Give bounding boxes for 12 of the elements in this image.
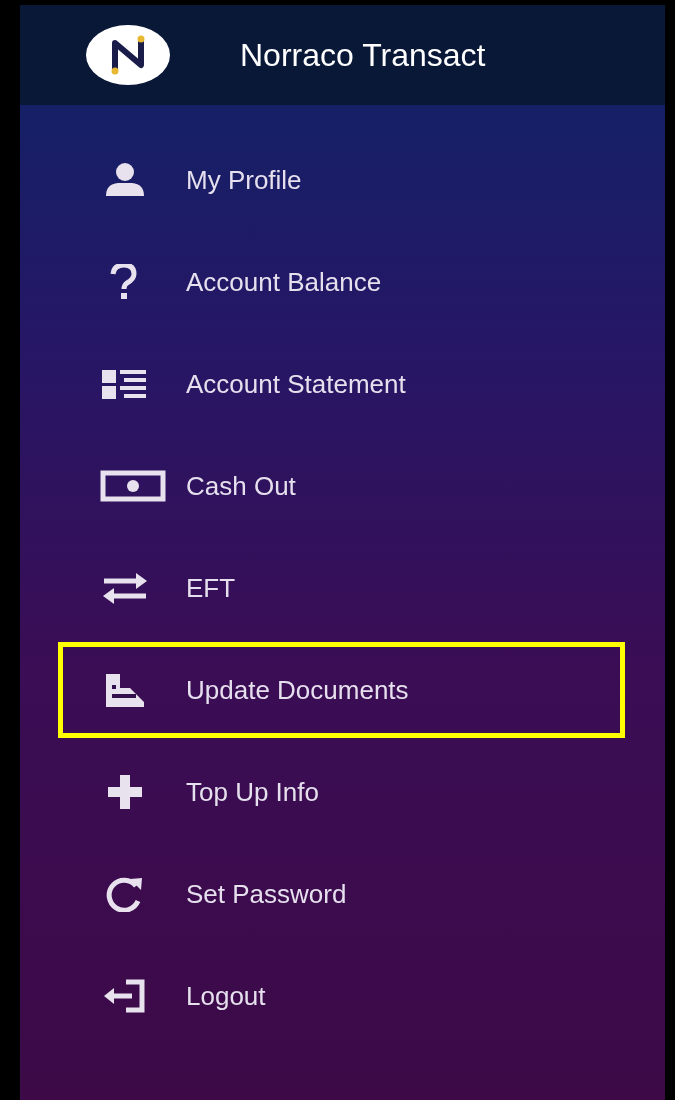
menu-item[interactable]: Cash Out [58,438,625,534]
app-title: Norraco Transact [240,36,486,74]
menu-item[interactable]: My Profile [58,132,625,228]
banknote-icon [100,468,166,504]
menu-item[interactable]: EFT [58,540,625,636]
menu-item[interactable]: Account Balance [58,234,625,330]
menu-item[interactable]: Account Statement [58,336,625,432]
menu-item[interactable]: Logout [58,948,625,1044]
menu-item[interactable]: Update Documents [58,642,625,738]
logo-icon [86,25,170,85]
menu-item[interactable]: Top Up Info [58,744,625,840]
menu-item[interactable]: Set Password [58,846,625,942]
